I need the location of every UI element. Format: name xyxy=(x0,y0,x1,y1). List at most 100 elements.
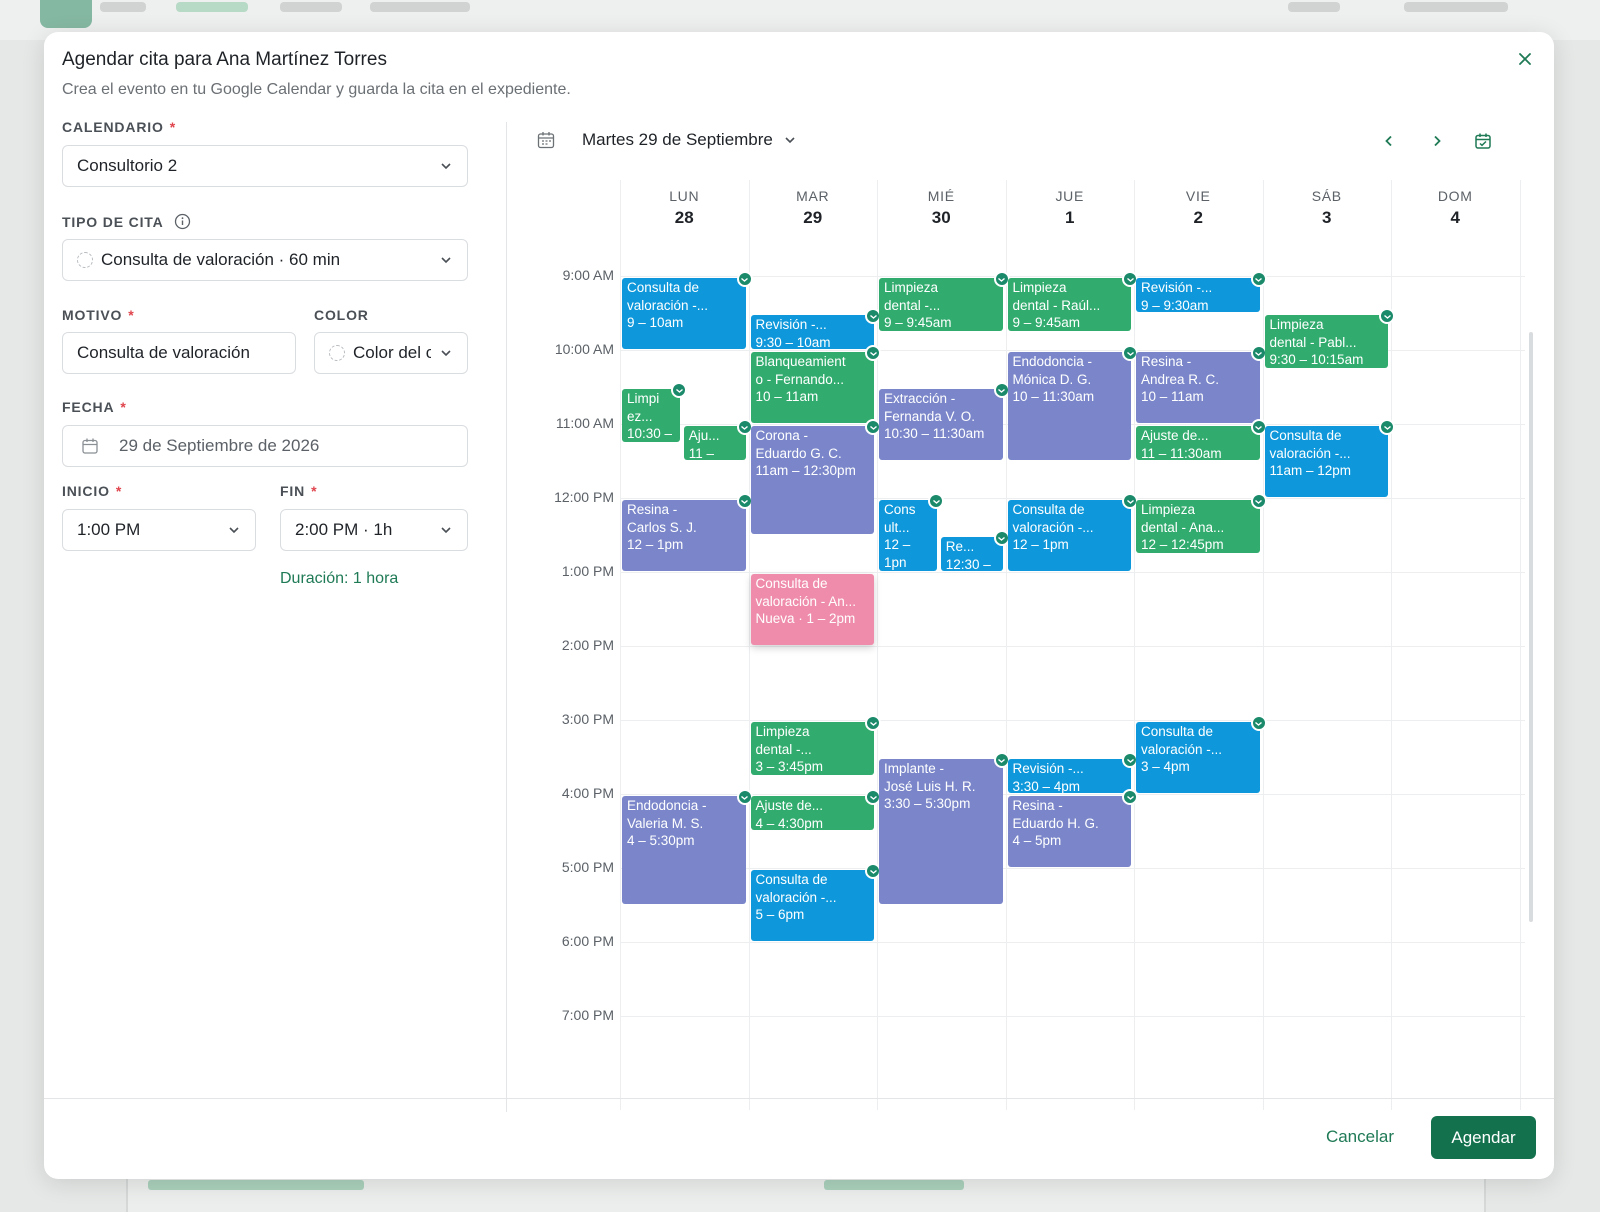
fecha-input[interactable]: 29 de Septiembre de 2026 xyxy=(62,425,468,467)
calendar-event[interactable]: Consulta de valoración -... 9 – 10am xyxy=(622,278,746,349)
calendar-event[interactable]: Endodoncia - Mónica D. G. 10 – 11:30am xyxy=(1007,352,1131,460)
color-select[interactable]: Color del c xyxy=(314,332,468,374)
calendar-event[interactable]: Resina - Andrea R. C. 10 – 11am xyxy=(1136,352,1260,423)
agendar-button[interactable]: Agendar xyxy=(1431,1116,1536,1159)
calendar-event[interactable]: Implante - José Luis H. R. 3:30 – 5:30pm xyxy=(879,759,1003,904)
day-column-divider xyxy=(748,180,750,1110)
confirmed-check-icon xyxy=(1250,715,1267,731)
day-header[interactable]: SÁB 3 xyxy=(1263,188,1392,228)
day-header[interactable]: LUN 28 xyxy=(620,188,749,228)
calendar-event[interactable]: Endodoncia - Valeria M. S. 4 – 5:30pm xyxy=(622,796,746,904)
scrollbar[interactable] xyxy=(1529,332,1533,922)
calendar-event[interactable]: Blanqueamient o - Fernando... 10 – 11am xyxy=(750,352,874,423)
app-logo xyxy=(40,0,92,28)
event-text: Limpieza dental - Ana... 12 – 12:45pm xyxy=(1141,502,1225,552)
chevron-down-icon xyxy=(441,163,451,170)
day-header[interactable]: MIÉ 30 xyxy=(877,188,1006,228)
tipo-cita-select[interactable]: Consulta de valoración · 60 min xyxy=(62,239,468,281)
day-column-divider xyxy=(1262,180,1264,1110)
fin-select[interactable]: 2:00 PM · 1h xyxy=(280,509,468,551)
schedule-appointment-modal: Agendar cita para Ana Martínez Torres Cr… xyxy=(44,32,1554,1179)
hour-gridline xyxy=(620,276,1525,277)
calendar-event[interactable]: Limpieza dental - Raúl... 9 – 9:45am xyxy=(1007,278,1131,331)
calendar-event[interactable]: Consulta de valoración -... 12 – 1pm xyxy=(1007,500,1131,571)
day-name: MIÉ xyxy=(927,188,955,204)
calendar-event[interactable]: Re... 12:30 – xyxy=(940,537,1003,571)
event-text: Limpieza dental -... 9 – 9:45am xyxy=(884,280,952,330)
calendar-event[interactable]: Limpieza dental - Pabl... 9:30 – 10:15am xyxy=(1264,315,1388,368)
background-blur xyxy=(280,2,342,12)
day-name: VIE xyxy=(1185,188,1211,204)
close-button[interactable] xyxy=(1512,46,1538,72)
calendar-event[interactable]: Cons ult... 12 – 1pn xyxy=(879,500,938,571)
calendario-select[interactable]: Consultorio 2 xyxy=(62,145,468,187)
calendar-event[interactable]: Consulta de valoración -... 3 – 4pm xyxy=(1136,722,1260,793)
day-number: 1 xyxy=(1065,208,1075,227)
next-week-button[interactable] xyxy=(1424,128,1450,154)
calendar-event[interactable]: Limpieza dental -... 9 – 9:45am xyxy=(879,278,1003,331)
day-name: SÁB xyxy=(1311,188,1342,204)
event-text: Consulta de valoración -... 12 – 1pm xyxy=(1012,502,1094,552)
day-number: 30 xyxy=(931,208,951,227)
day-number: 4 xyxy=(1450,208,1460,227)
hour-gridline xyxy=(620,1016,1525,1017)
calendar-event[interactable]: Limpieza dental - Ana... 12 – 12:45pm xyxy=(1136,500,1260,553)
motivo-input[interactable]: Consulta de valoración xyxy=(62,332,296,374)
inicio-select[interactable]: 1:00 PM xyxy=(62,509,256,551)
event-text: Revisión -... 3:30 – 4pm xyxy=(1012,761,1084,793)
color-dot-icon xyxy=(77,252,93,268)
prev-week-button[interactable] xyxy=(1376,128,1402,154)
divider xyxy=(506,122,507,1112)
calendar-event[interactable]: Revisión -... 3:30 – 4pm xyxy=(1007,759,1131,793)
chevron-down-icon xyxy=(229,527,239,534)
day-header[interactable]: MAR 29 xyxy=(749,188,878,228)
calendar-today-icon xyxy=(1475,133,1491,149)
calendar-event[interactable]: Limpieza dental -... 3 – 3:45pm xyxy=(750,722,874,775)
current-date-dropdown[interactable]: Martes 29 de Septiembre xyxy=(582,130,797,150)
day-column-divider xyxy=(620,180,621,1110)
background-blur xyxy=(1404,2,1508,12)
day-header[interactable]: DOM 4 xyxy=(1391,188,1520,228)
info-icon[interactable] xyxy=(174,213,191,230)
day-header[interactable]: VIE 2 xyxy=(1134,188,1263,228)
event-text: Resina - Eduardo H. G. 4 – 5pm xyxy=(1012,798,1099,848)
calendar-event[interactable]: Aju... 11 – 11:3 xyxy=(683,426,746,460)
day-header[interactable]: JUE 1 xyxy=(1006,188,1135,228)
cancel-button[interactable]: Cancelar xyxy=(1316,1116,1404,1158)
chevron-down-icon xyxy=(441,257,451,264)
calendar-event[interactable]: Limpi ez... 10:30 – xyxy=(622,389,681,442)
day-column-divider xyxy=(1005,180,1007,1110)
chevron-right-icon xyxy=(1434,135,1441,147)
calendar-event[interactable]: Ajuste de... 4 – 4:30pm xyxy=(750,796,874,830)
week-calendar-grid[interactable]: LUN 28 MAR 29 MIÉ 30 JUE 1 VIE 2 SÁB 3 DOM 4 Consulta … xyxy=(620,180,1525,1110)
color-value: Color del c xyxy=(353,343,431,362)
calendar-event[interactable]: Revisión -... 9:30 – 10am xyxy=(750,315,874,349)
duracion-text: Duración: 1 hora xyxy=(280,570,399,587)
day-name: MAR xyxy=(796,188,830,204)
calendar-event[interactable]: Revisión -... 9 – 9:30am xyxy=(1136,278,1260,312)
fecha-label: FECHA * xyxy=(62,399,127,415)
hour-gridline xyxy=(620,350,1525,351)
calendar-event[interactable]: Consulta de valoración -... 5 – 6pm xyxy=(750,870,874,941)
calendar-event[interactable]: Ajuste de... 11 – 11:30am xyxy=(1136,426,1260,460)
day-number: 28 xyxy=(674,208,694,227)
hour-gridline xyxy=(620,720,1525,721)
day-number: 2 xyxy=(1193,208,1203,227)
calendar-event[interactable]: Corona - Eduardo G. C. 11am – 12:30pm xyxy=(750,426,874,534)
fin-label: FIN * xyxy=(280,483,318,499)
new-appointment-event[interactable]: Consulta de valoración - An... Nueva · 1… xyxy=(750,574,874,645)
tipo-cita-label: TIPO DE CITA xyxy=(62,213,191,230)
calendar-event[interactable]: Resina - Carlos S. J. 12 – 1pm xyxy=(622,500,746,571)
calendar-event[interactable]: Consulta de valoración -... 11am – 12pm xyxy=(1264,426,1388,497)
event-text: Limpieza dental - Raúl... 9 – 9:45am xyxy=(1012,280,1101,330)
hour-gridline xyxy=(620,942,1525,943)
modal-title: Agendar cita para Ana Martínez Torres xyxy=(62,49,387,70)
event-text: Implante - José Luis H. R. 3:30 – 5:30pm xyxy=(884,761,976,811)
calendar-event[interactable]: Extracción - Fernanda V. O. 10:30 – 11:3… xyxy=(879,389,1003,460)
fecha-value: 29 de Septiembre de 2026 xyxy=(119,436,320,455)
confirmed-check-icon xyxy=(1379,419,1395,435)
calendar-event[interactable]: Resina - Eduardo H. G. 4 – 5pm xyxy=(1007,796,1131,867)
confirmed-check-icon xyxy=(671,382,688,398)
today-button[interactable] xyxy=(1470,128,1496,154)
hour-gridline xyxy=(620,646,1525,647)
